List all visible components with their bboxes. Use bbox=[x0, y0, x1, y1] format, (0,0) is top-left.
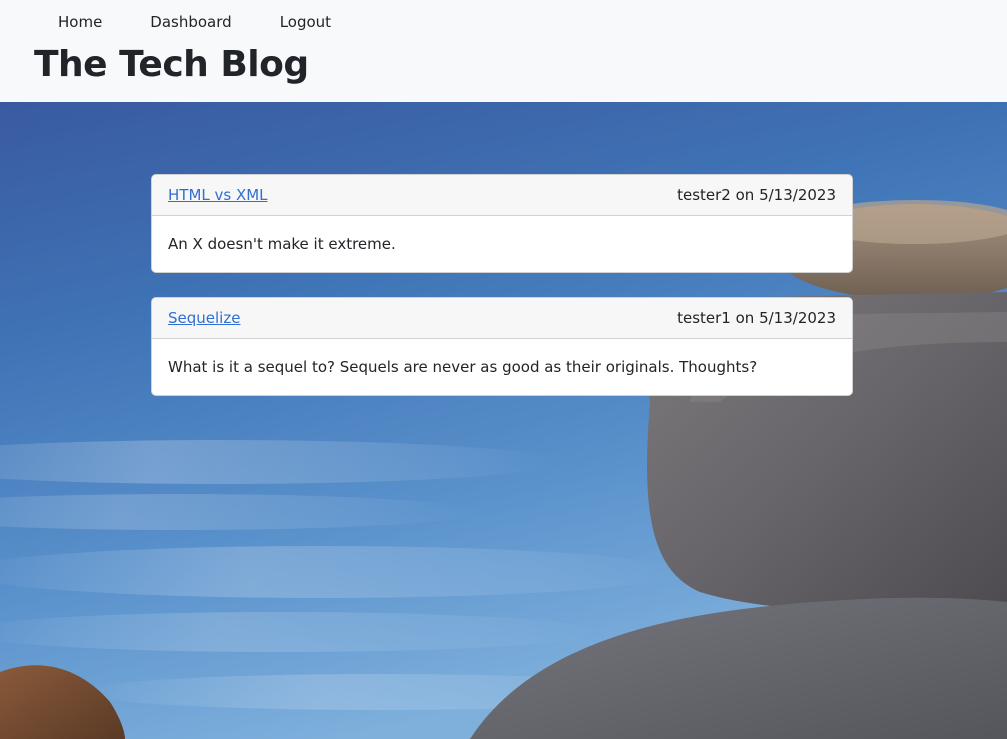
main-nav: Home Dashboard Logout bbox=[0, 0, 355, 44]
post-title-link[interactable]: Sequelize bbox=[168, 309, 240, 327]
post-body: An X doesn't make it extreme. bbox=[168, 235, 396, 253]
post-title-link[interactable]: HTML vs XML bbox=[168, 186, 268, 204]
page: Home Dashboard Logout The Tech Blog HTML… bbox=[0, 0, 1007, 739]
nav-home-link[interactable]: Home bbox=[0, 0, 126, 44]
post-body: What is it a sequel to? Sequels are neve… bbox=[168, 358, 758, 376]
post-card-header: Sequelize tester1 on 5/13/2023 bbox=[152, 298, 852, 339]
post-card: Sequelize tester1 on 5/13/2023 What is i… bbox=[151, 297, 853, 396]
post-card-header: HTML vs XML tester2 on 5/13/2023 bbox=[152, 175, 852, 216]
nav-dashboard-link[interactable]: Dashboard bbox=[126, 0, 255, 44]
post-card: HTML vs XML tester2 on 5/13/2023 An X do… bbox=[151, 174, 853, 273]
post-list: HTML vs XML tester2 on 5/13/2023 An X do… bbox=[151, 174, 853, 420]
site-header: Home Dashboard Logout The Tech Blog bbox=[0, 0, 1007, 102]
post-meta: tester2 on 5/13/2023 bbox=[677, 186, 836, 204]
nav-logout-link[interactable]: Logout bbox=[256, 0, 355, 44]
site-title: The Tech Blog bbox=[34, 44, 309, 85]
post-meta: tester1 on 5/13/2023 bbox=[677, 309, 836, 327]
